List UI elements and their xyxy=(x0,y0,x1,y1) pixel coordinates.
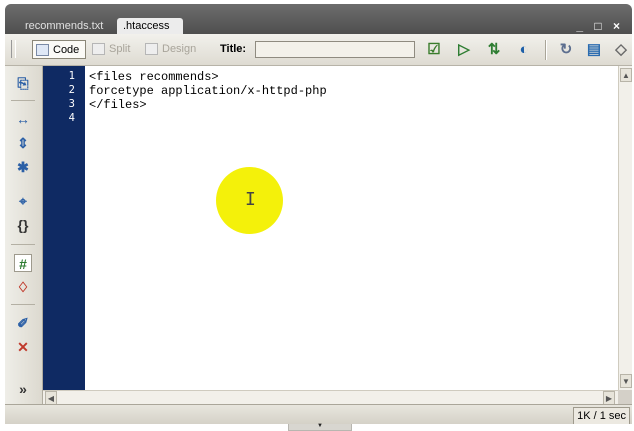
design-view-label: Design xyxy=(162,43,197,55)
scroll-up-arrow-icon[interactable]: ▲ xyxy=(620,68,632,82)
refresh-icon[interactable]: ↻ xyxy=(555,40,577,60)
more-tools-icon[interactable]: » xyxy=(14,380,32,398)
design-view-icon xyxy=(145,43,158,55)
code-line[interactable]: forcetype application/x-httpd-php xyxy=(89,84,327,98)
line-number: 4 xyxy=(68,112,75,124)
highlight-invalid-code-icon[interactable]: ♢ xyxy=(14,278,32,296)
coding-toolbar-separator xyxy=(11,304,35,305)
remove-comment-icon[interactable]: ✕ xyxy=(14,338,32,356)
download-size-time: 1K / 1 sec xyxy=(573,407,630,424)
visual-aids-icon[interactable]: ◇ xyxy=(610,40,632,60)
select-parent-tag-icon[interactable]: ⌖ xyxy=(14,192,32,210)
code-editor[interactable]: <files recommends> forcetype application… xyxy=(85,66,618,390)
title-label: Title: xyxy=(220,43,247,55)
scroll-right-arrow-icon[interactable]: ▶ xyxy=(603,391,615,405)
vertical-scrollbar[interactable]: ▲ ▼ xyxy=(618,66,632,390)
line-number: 3 xyxy=(68,98,75,110)
code-view-label: Code xyxy=(53,44,80,56)
split-view-label: Split xyxy=(109,43,131,55)
coding-toolbar-separator xyxy=(11,100,35,101)
scroll-down-arrow-icon[interactable]: ▼ xyxy=(620,374,632,388)
code-line[interactable]: <files recommends> xyxy=(89,70,219,84)
validate-icon[interactable]: ☑ xyxy=(423,40,445,60)
coding-toolbar-separator xyxy=(11,244,35,245)
code-view-button[interactable]: Code xyxy=(32,40,86,59)
line-numbers-icon[interactable]: # xyxy=(14,254,32,272)
coding-toolbar: ⎘ ↔ ⇕ ✱ ⌖ {} # ♢ ✐ ✕ » xyxy=(5,66,43,412)
document-tab-bar: recommends.txt .htaccess _ □ × xyxy=(5,4,632,34)
collapse-full-tag-icon[interactable]: ↔ xyxy=(14,110,32,128)
split-view-button[interactable]: Split xyxy=(89,40,139,59)
line-number-gutter: 1 2 3 4 xyxy=(43,66,85,390)
open-documents-icon[interactable]: ⎘ xyxy=(14,74,32,92)
window-controls[interactable]: _ □ × xyxy=(576,19,624,33)
balance-braces-icon[interactable]: {} xyxy=(14,216,32,234)
document-toolbar: Code Split Design Title: ☑ ▷ ⇅ ◐ ↻ ▤ ◇ xyxy=(5,34,632,66)
browser-check-icon[interactable]: ▷ xyxy=(453,40,475,60)
scroll-left-arrow-icon[interactable]: ◀ xyxy=(45,391,57,405)
preview-browser-icon[interactable]: ◐ xyxy=(513,40,535,60)
code-view-icon xyxy=(36,44,49,56)
collapse-selection-icon[interactable]: ⇕ xyxy=(14,134,32,152)
tab-htaccess[interactable]: .htaccess xyxy=(117,18,183,34)
tab-recommends-txt[interactable]: recommends.txt xyxy=(19,18,115,34)
code-line[interactable]: </files> xyxy=(89,98,147,112)
text-cursor-icon: I xyxy=(245,189,256,210)
toolbar-separator xyxy=(545,40,547,60)
horizontal-scrollbar[interactable]: ◀ ▶ xyxy=(43,390,618,405)
expand-all-icon[interactable]: ✱ xyxy=(14,158,32,176)
file-management-icon[interactable]: ⇅ xyxy=(483,40,505,60)
line-number: 1 xyxy=(68,70,75,82)
design-view-button[interactable]: Design xyxy=(142,40,206,59)
document-window: recommends.txt .htaccess _ □ × Code Spli… xyxy=(5,4,632,424)
line-number: 2 xyxy=(68,84,75,96)
chevron-down-icon: ▼ xyxy=(317,423,323,429)
toolbar-grip[interactable] xyxy=(11,40,16,58)
title-input[interactable] xyxy=(255,41,415,58)
apply-comment-icon[interactable]: ✐ xyxy=(14,314,32,332)
split-view-icon xyxy=(92,43,105,55)
status-bar: 1K / 1 sec xyxy=(5,404,632,424)
view-options-icon[interactable]: ▤ xyxy=(583,40,605,60)
